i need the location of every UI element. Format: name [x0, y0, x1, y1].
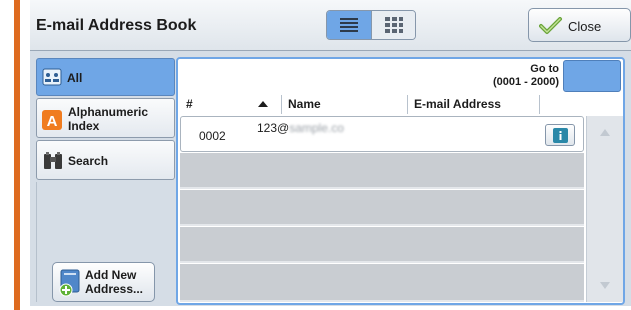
grid-view-icon [385, 17, 403, 33]
add-new-address-label: Add New Address... [85, 268, 144, 296]
column-header-label: # [186, 97, 193, 111]
goto-range: (0001 - 2000) [492, 76, 559, 88]
sidebar-item-all[interactable]: All [36, 58, 175, 96]
left-frame [0, 0, 34, 310]
thumbnail-view-button[interactable] [372, 11, 415, 39]
entry-name-visible: 123@ [257, 121, 290, 135]
entry-name-obscured: sample.co [289, 121, 344, 135]
scrollbar[interactable] [586, 116, 623, 302]
empty-row [180, 227, 584, 263]
scroll-down-icon[interactable] [600, 282, 610, 289]
address-book-window: E-mail Address Book Close All A Alphanum… [30, 0, 631, 306]
add-new-address-button[interactable]: Add New Address... [52, 262, 155, 302]
title-bar: E-mail Address Book Close [30, 0, 631, 51]
svg-text:A: A [47, 113, 58, 130]
empty-row [180, 264, 584, 302]
sort-ascending-icon [258, 101, 268, 107]
add-address-icon [59, 269, 80, 297]
entry-name: 123@sample.co [257, 121, 344, 135]
sidebar-item-alphanumeric-index[interactable]: A Alphanumeric Index [36, 98, 175, 138]
sidebar-item-search[interactable]: Search [36, 140, 175, 180]
list-view-icon [340, 18, 358, 32]
sidebar-item-label: Search [68, 154, 109, 168]
empty-row [180, 153, 584, 189]
page-title: E-mail Address Book [36, 17, 197, 34]
goto-number-input[interactable] [563, 60, 621, 92]
view-toggle [326, 10, 416, 40]
address-rows: 0002 123@sample.co [180, 116, 584, 304]
sidebar-item-label: All [67, 71, 83, 85]
column-header-email[interactable]: E-mail Address [408, 95, 540, 114]
close-button[interactable]: Close [528, 8, 631, 42]
column-header-number[interactable]: # [180, 95, 282, 114]
column-header-name[interactable]: Name [282, 95, 408, 114]
list-view-button[interactable] [327, 11, 372, 39]
close-label: Close [568, 19, 602, 34]
column-header-label: E-mail Address [414, 97, 501, 111]
sidebar-item-label: Alphanumeric Index [68, 105, 149, 133]
info-icon [553, 128, 568, 143]
orange-accent-bar [14, 0, 20, 310]
table-row[interactable]: 0002 123@sample.co [180, 116, 584, 152]
goto-label: Go to [530, 63, 559, 75]
goto-label-group: Go to (0001 - 2000) [493, 63, 559, 89]
letter-a-icon: A [42, 110, 62, 130]
column-header-label: Name [288, 97, 321, 111]
entry-details-button[interactable] [545, 124, 575, 146]
scroll-up-icon[interactable] [600, 129, 610, 136]
checkmark-icon [539, 17, 562, 34]
empty-row [180, 190, 584, 226]
address-list-panel: Go to (0001 - 2000) # Name E-mail Addres… [176, 57, 625, 305]
address-book-icon [42, 68, 62, 86]
sidebar: All A Alphanumeric Index Search [36, 58, 175, 182]
binoculars-icon [44, 152, 62, 169]
entry-number: 0002 [199, 129, 226, 143]
